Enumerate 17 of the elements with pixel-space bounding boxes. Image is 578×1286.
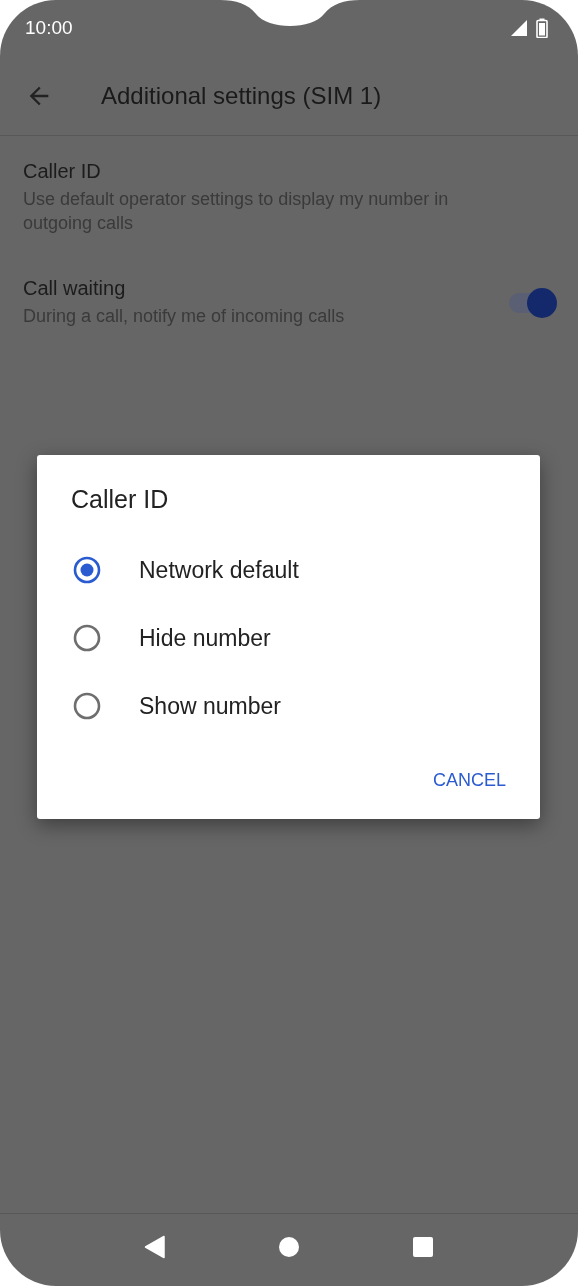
battery-icon [536,18,548,38]
option-label[interactable]: Show number [139,692,281,720]
screen-title: Additional settings (SIM 1) [101,81,382,110]
signal-icon [510,19,528,37]
radio-button[interactable] [72,623,102,653]
home-icon[interactable] [278,1236,300,1258]
cancel-button[interactable]: CANCEL [432,764,506,797]
dialog-title: Caller ID [71,485,170,514]
option-label[interactable]: Network default [139,556,299,584]
option-label[interactable]: Hide number [139,624,271,652]
radio-button[interactable] [72,555,102,585]
radio-button[interactable] [72,691,102,721]
recents-icon[interactable] [412,1236,434,1258]
status-time: 10:00 [25,17,73,39]
setting-title: Caller ID [23,160,102,183]
setting-title: Call waiting [23,277,127,300]
back-icon[interactable] [144,1235,166,1259]
